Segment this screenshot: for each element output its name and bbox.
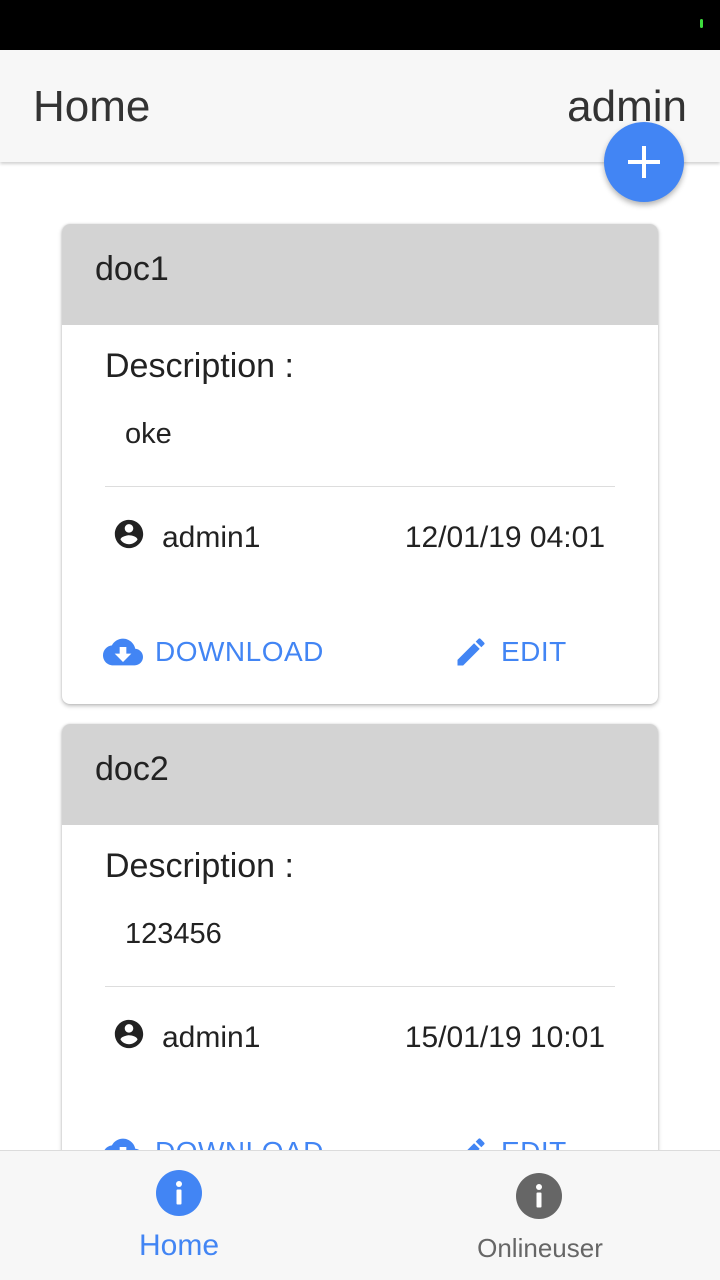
author-name: admin1: [162, 521, 261, 554]
download-label: DOWNLOAD: [155, 1136, 324, 1150]
nav-tab-home[interactable]: Home: [89, 1151, 269, 1280]
account-circle-icon: [114, 1019, 144, 1049]
document-date: 12/01/19 04:01: [404, 521, 605, 554]
description-value: 123456: [125, 918, 222, 950]
info-icon: [516, 1173, 562, 1219]
pencil-icon: [467, 1138, 485, 1150]
bottom-navigation: Home Onlineuser: [0, 1150, 720, 1280]
description-label: Description :: [105, 847, 294, 885]
nav-tab-onlineuser-label: Onlineuser: [477, 1233, 603, 1263]
card-header: doc2: [62, 724, 658, 825]
info-icon: [156, 1170, 202, 1216]
download-button[interactable]: DOWNLOAD: [103, 632, 324, 672]
author-name: admin1: [162, 1021, 261, 1054]
document-card: doc1 Description : oke admin1 12/01/19 0…: [62, 224, 658, 704]
account-circle-icon: [114, 519, 144, 549]
plus-icon: [628, 146, 660, 178]
add-document-button[interactable]: [604, 122, 684, 202]
document-date: 15/01/19 10:01: [404, 1021, 605, 1054]
status-bar: [0, 0, 720, 50]
cloud-download-icon: [103, 638, 143, 666]
download-button[interactable]: DOWNLOAD: [103, 1132, 324, 1150]
edit-button[interactable]: EDIT: [453, 632, 567, 672]
description-label: Description :: [105, 347, 294, 385]
document-list[interactable]: doc1 Description : oke admin1 12/01/19 0…: [0, 162, 720, 1150]
description-value: oke: [125, 418, 172, 450]
download-label: DOWNLOAD: [155, 636, 324, 667]
pencil-icon: [457, 638, 485, 666]
page-title: Home: [33, 82, 151, 131]
edit-label: EDIT: [501, 1136, 567, 1150]
document-card: doc2 Description : 123456 admin1 15/01/1…: [62, 724, 658, 1150]
edit-button[interactable]: EDIT: [453, 1132, 567, 1150]
document-title: doc2: [95, 750, 169, 788]
nav-tab-onlineuser[interactable]: Onlineuser: [450, 1151, 630, 1280]
divider: [105, 986, 615, 987]
edit-label: EDIT: [501, 636, 567, 667]
card-header: doc1: [62, 224, 658, 325]
status-indicator: [700, 19, 703, 28]
document-title: doc1: [95, 250, 169, 288]
divider: [105, 486, 615, 487]
cloud-download-icon: [104, 1138, 140, 1150]
nav-tab-home-label: Home: [138, 1229, 220, 1262]
